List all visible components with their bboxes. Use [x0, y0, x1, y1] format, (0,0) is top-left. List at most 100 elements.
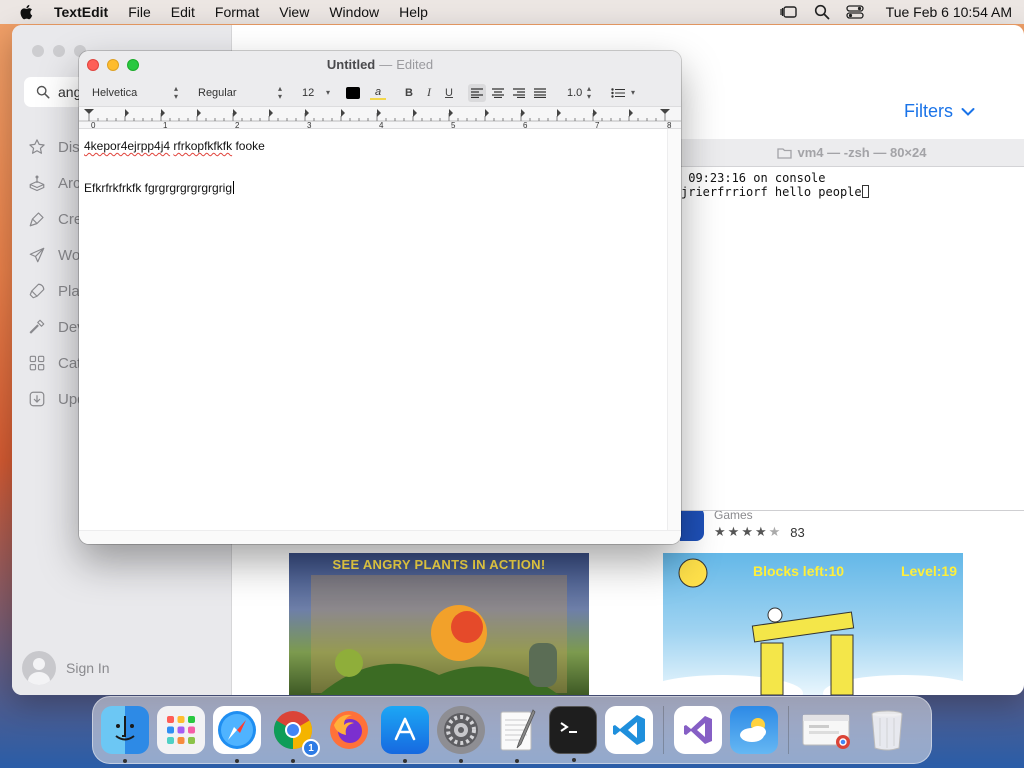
tab-stop-marker[interactable]	[629, 109, 633, 117]
menu-file[interactable]: File	[128, 4, 151, 20]
spotlight-search-icon[interactable]	[814, 4, 830, 20]
ruler-number: 5	[451, 121, 456, 129]
dock-finder[interactable]	[101, 706, 149, 763]
highlighter-icon: a	[374, 85, 382, 98]
sign-in-button[interactable]: Sign In	[22, 651, 110, 685]
dock-safari[interactable]	[213, 706, 261, 763]
horizontal-scrollbar[interactable]	[79, 530, 681, 544]
left-indent-marker[interactable]	[84, 109, 94, 114]
tab-stop-marker[interactable]	[197, 109, 201, 117]
right-margin-marker[interactable]	[660, 109, 670, 114]
list-style-popup[interactable]: ▾	[605, 84, 639, 102]
trash-icon	[871, 710, 903, 751]
dock: 1	[92, 696, 932, 764]
dock-weather[interactable]	[730, 706, 778, 754]
tab-stop-marker[interactable]	[269, 109, 273, 117]
game-artwork-icon	[311, 575, 567, 695]
tab-stop-marker[interactable]	[449, 109, 453, 117]
control-center-icon[interactable]	[846, 4, 864, 20]
dock-firefox[interactable]	[325, 706, 373, 754]
dock-visual-studio[interactable]	[674, 706, 722, 754]
dock-system-settings[interactable]	[437, 706, 485, 763]
menu-help[interactable]: Help	[399, 4, 428, 20]
tab-stop-marker[interactable]	[341, 109, 345, 117]
dock-app-store[interactable]	[381, 706, 429, 763]
blocks-game-screenshot[interactable]: Blocks left:10 Level:19	[663, 553, 963, 695]
app-result-row[interactable]: Games ★ ★ ★ ★ ★ 83	[680, 507, 805, 541]
bullet-list-icon	[611, 87, 625, 98]
appstore-close-button[interactable]	[32, 45, 44, 57]
ruler[interactable]: 0 1 2 3 4 5 6 7 8	[79, 107, 681, 130]
app-rating: ★ ★ ★ ★ ★ 83	[714, 524, 805, 540]
tab-stop-marker[interactable]	[413, 109, 417, 117]
tab-stop-marker[interactable]	[485, 109, 489, 117]
tab-stop-marker[interactable]	[305, 109, 309, 117]
star-filled-icon: ★	[727, 524, 740, 539]
textedit-titlebar[interactable]: Untitled — Edited	[79, 51, 681, 79]
dock-chrome[interactable]: 1	[269, 706, 320, 763]
underline-button[interactable]: U	[440, 84, 458, 102]
bold-button[interactable]: B	[400, 84, 418, 102]
dock-trash[interactable]	[863, 706, 911, 754]
dock-terminal[interactable]	[549, 706, 597, 762]
text-color-well[interactable]	[346, 86, 360, 99]
tab-stop-marker[interactable]	[521, 109, 525, 117]
misspelled-word[interactable]: rfrkopfkfkfk	[173, 139, 232, 153]
dock-launchpad[interactable]	[157, 706, 205, 754]
menu-edit[interactable]: Edit	[171, 4, 195, 20]
appstore-minimize-button[interactable]	[53, 45, 65, 57]
tab-stop-marker[interactable]	[593, 109, 597, 117]
dock-separator	[663, 706, 664, 754]
appstore-traffic-lights	[32, 45, 86, 57]
document-name[interactable]: Untitled	[327, 57, 375, 72]
ruler-number: 8	[667, 121, 672, 129]
angry-plants-screenshot[interactable]: SEE ANGRY PLANTS IN ACTION!	[289, 553, 589, 695]
align-left-button[interactable]	[468, 83, 486, 102]
menu-view[interactable]: View	[279, 4, 309, 20]
dock-vscode[interactable]	[605, 706, 653, 754]
misspelled-word[interactable]: 4kepor4ejrpp4j4	[84, 139, 170, 153]
tab-stop-marker[interactable]	[125, 109, 129, 117]
ruler-number: 3	[307, 121, 312, 129]
menu-clock[interactable]: Tue Feb 6 10:54 AM	[886, 4, 1012, 20]
ruler-number: 2	[235, 121, 240, 129]
vertical-scrollbar[interactable]	[667, 129, 681, 530]
tab-stop-marker[interactable]	[557, 109, 561, 117]
align-center-button[interactable]	[489, 84, 507, 102]
ruler-number: 0	[91, 121, 96, 129]
tab-stop-marker[interactable]	[377, 109, 381, 117]
apple-logo-icon[interactable]	[18, 3, 36, 21]
sign-in-label: Sign In	[66, 660, 110, 676]
menu-window[interactable]: Window	[329, 4, 379, 20]
align-justify-button[interactable]	[531, 84, 549, 102]
terminal-window[interactable]: vm4 — -zsh — 80×24 09:23:16 on console jr…	[678, 139, 1024, 511]
terminal-titlebar[interactable]: vm4 — -zsh — 80×24	[679, 139, 1024, 167]
dock-chrome-window[interactable]	[799, 706, 855, 754]
dock-textedit[interactable]	[493, 706, 541, 763]
tab-stop-marker[interactable]	[161, 109, 165, 117]
stage-manager-icon[interactable]	[780, 4, 798, 20]
line-spacing-popup[interactable]: 1.0 ▴ ▾	[561, 84, 595, 102]
font-style-popup[interactable]: Regular ▴ ▾	[192, 84, 286, 102]
menu-app-name[interactable]: TextEdit	[54, 4, 108, 20]
ruler-number: 6	[523, 121, 528, 129]
italic-button[interactable]: I	[420, 84, 438, 102]
align-right-button[interactable]	[510, 84, 528, 102]
edited-status: Edited	[396, 57, 434, 72]
font-family-popup[interactable]: Helvetica ▴ ▾	[86, 84, 182, 102]
font-size-combo[interactable]: 12 ▾	[296, 84, 334, 102]
align-left-icon	[471, 87, 483, 98]
rocket-icon	[26, 280, 48, 302]
terminal-cursor	[861, 185, 869, 198]
menu-format[interactable]: Format	[215, 4, 259, 20]
brush-icon	[26, 208, 48, 230]
highlight-color-button[interactable]: a	[370, 86, 386, 100]
notification-badge: 1	[302, 739, 320, 757]
filters-button[interactable]: Filters	[904, 101, 975, 122]
document-text-area[interactable]: 4kepor4ejrpp4j4 rfrkopfkfkfk fooke Efkrf…	[79, 129, 667, 530]
hammer-icon	[26, 316, 48, 338]
rating-count: 83	[790, 524, 805, 540]
terminal-output[interactable]: 09:23:16 on console jrierfrriorf hello pe…	[679, 167, 1024, 199]
chevron-down-icon	[961, 107, 975, 116]
tab-stop-marker[interactable]	[233, 109, 237, 117]
